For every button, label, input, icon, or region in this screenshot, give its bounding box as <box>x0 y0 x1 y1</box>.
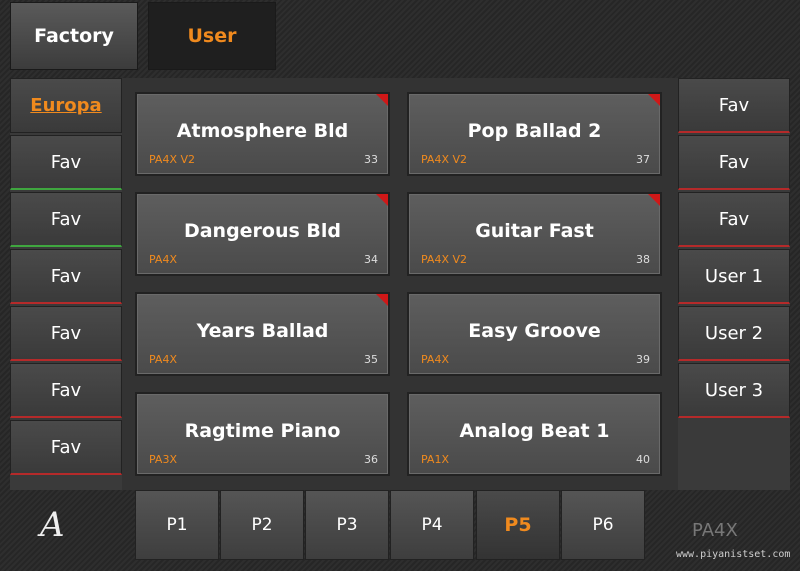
bank-user-2[interactable]: User 2 <box>678 306 790 361</box>
style-number: 33 <box>364 153 378 166</box>
bank-fav-left-5[interactable]: Fav <box>10 363 122 418</box>
modified-marker-icon <box>648 94 660 106</box>
style-name: Atmosphere Bld <box>176 120 349 142</box>
modified-marker-icon <box>376 194 388 206</box>
style-number: 37 <box>636 153 650 166</box>
bank-fav-left-1[interactable]: Fav <box>10 135 122 190</box>
style-button[interactable]: Analog Beat 1 PA1X 40 <box>407 392 662 476</box>
bank-europa[interactable]: Europa <box>10 78 122 133</box>
bank-fav-right-1[interactable]: Fav <box>678 78 790 133</box>
page-button-p3[interactable]: P3 <box>305 490 389 560</box>
page-button-p1[interactable]: P1 <box>135 490 219 560</box>
bank-fav-left-4[interactable]: Fav <box>10 306 122 361</box>
modified-marker-icon <box>648 194 660 206</box>
style-number: 36 <box>364 453 378 466</box>
bank-user-3[interactable]: User 3 <box>678 363 790 418</box>
tab-user[interactable]: User <box>148 2 276 70</box>
style-number: 35 <box>364 353 378 366</box>
style-model: PA4X V2 <box>421 153 468 166</box>
style-number: 39 <box>636 353 650 366</box>
bank-fav-left-3[interactable]: Fav <box>10 249 122 304</box>
style-button[interactable]: Years Ballad PA4X 35 <box>135 292 390 376</box>
style-model: PA4X V2 <box>149 153 196 166</box>
style-number: 38 <box>636 253 650 266</box>
style-model: PA4X <box>421 353 449 366</box>
page-button-p6[interactable]: P6 <box>561 490 645 560</box>
style-name: Ragtime Piano <box>184 420 341 442</box>
style-name: Analog Beat 1 <box>459 420 610 442</box>
style-button[interactable]: Ragtime Piano PA3X 36 <box>135 392 390 476</box>
tab-factory[interactable]: Factory <box>10 2 138 70</box>
bank-europa-label: Europa <box>30 95 102 116</box>
page-button-p5[interactable]: P5 <box>476 490 560 560</box>
modified-marker-icon <box>376 294 388 306</box>
bank-fav-left-2[interactable]: Fav <box>10 192 122 247</box>
model-label: PA4X <box>692 520 738 541</box>
bank-fav-right-3[interactable]: Fav <box>678 192 790 247</box>
style-number: 40 <box>636 453 650 466</box>
style-model: PA3X <box>149 453 177 466</box>
style-name: Guitar Fast <box>475 220 594 242</box>
modified-marker-icon <box>376 94 388 106</box>
bank-user-1[interactable]: User 1 <box>678 249 790 304</box>
style-button[interactable]: Dangerous Bld PA4X 34 <box>135 192 390 276</box>
style-model: PA4X <box>149 253 177 266</box>
style-number: 34 <box>364 253 378 266</box>
style-button[interactable]: Easy Groove PA4X 39 <box>407 292 662 376</box>
style-name: Dangerous Bld <box>183 220 342 242</box>
style-button[interactable]: Pop Ballad 2 PA4X V2 37 <box>407 92 662 176</box>
watermark: www.piyanistset.com <box>676 549 791 560</box>
bank-fav-right-2[interactable]: Fav <box>678 135 790 190</box>
style-model: PA1X <box>421 453 449 466</box>
page-button-p2[interactable]: P2 <box>220 490 304 560</box>
brand-logo-icon: A <box>40 505 65 545</box>
style-model: PA4X <box>149 353 177 366</box>
style-model: PA4X V2 <box>421 253 468 266</box>
style-button[interactable]: Atmosphere Bld PA4X V2 33 <box>135 92 390 176</box>
style-name: Years Ballad <box>196 320 329 342</box>
style-button[interactable]: Guitar Fast PA4X V2 38 <box>407 192 662 276</box>
bank-fav-left-6[interactable]: Fav <box>10 420 122 475</box>
style-name: Easy Groove <box>468 320 601 342</box>
style-name: Pop Ballad 2 <box>467 120 602 142</box>
page-button-p4[interactable]: P4 <box>390 490 474 560</box>
